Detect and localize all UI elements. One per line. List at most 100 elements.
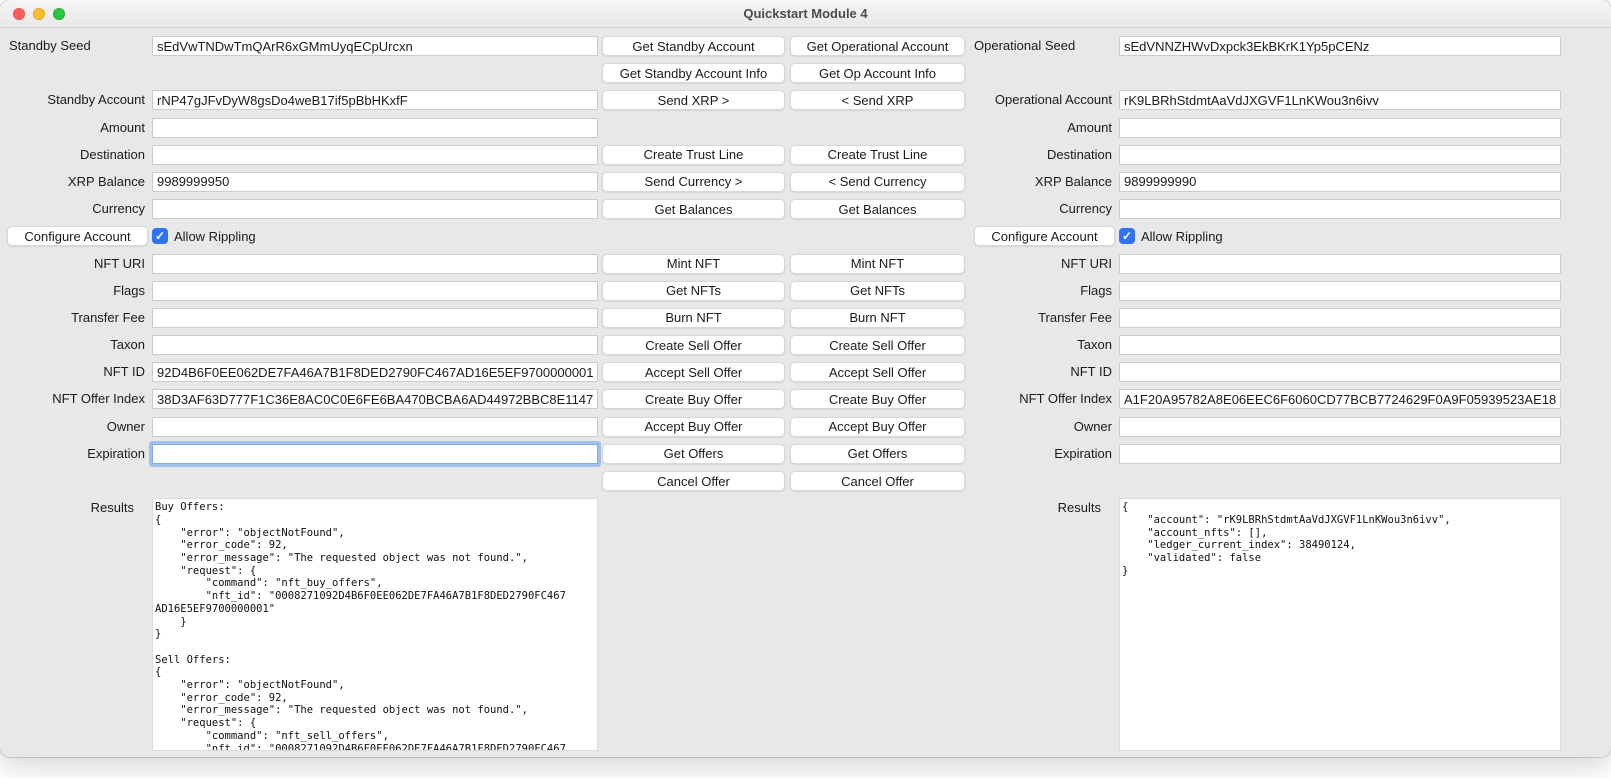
zoom-button[interactable]	[53, 8, 65, 20]
close-button[interactable]	[13, 8, 25, 20]
standby-accept-buy-offer-button[interactable]: Accept Buy Offer	[602, 417, 785, 437]
standby-nft-id-label: NFT ID	[0, 362, 148, 382]
standby-results-label: Results	[0, 498, 148, 518]
checkmark-icon: ✓	[1122, 229, 1132, 243]
standby-nft-offer-index-input[interactable]	[152, 389, 598, 409]
checkmark-icon: ✓	[155, 229, 165, 243]
operational-flags-label: Flags	[965, 281, 1115, 301]
operational-currency-label: Currency	[965, 199, 1115, 219]
standby-xrp-balance-input[interactable]	[152, 172, 598, 192]
standby-mint-nft-button[interactable]: Mint NFT	[602, 254, 785, 274]
standby-get-offers-button[interactable]: Get Offers	[602, 444, 785, 464]
operational-expiration-label: Expiration	[965, 444, 1115, 464]
operational-configure-account-button[interactable]: Configure Account	[974, 226, 1115, 246]
standby-burn-nft-button[interactable]: Burn NFT	[602, 308, 785, 328]
standby-account-input[interactable]	[152, 90, 598, 110]
standby-nft-uri-input[interactable]	[152, 254, 598, 274]
operational-owner-label: Owner	[965, 417, 1115, 437]
operational-destination-label: Destination	[965, 145, 1115, 165]
operational-expiration-input[interactable]	[1119, 444, 1561, 464]
operational-seed-input[interactable]	[1119, 36, 1561, 56]
operational-accept-buy-offer-button[interactable]: Accept Buy Offer	[790, 417, 965, 437]
minimize-button[interactable]	[33, 8, 45, 20]
operational-create-buy-offer-button[interactable]: Create Buy Offer	[790, 389, 965, 409]
operational-nft-uri-label: NFT URI	[965, 254, 1115, 274]
get-operational-account-button[interactable]: Get Operational Account	[790, 36, 965, 56]
operational-allow-rippling-label: Allow Rippling	[1141, 229, 1223, 244]
standby-expiration-label: Expiration	[0, 444, 148, 464]
standby-amount-label: Amount	[0, 118, 148, 138]
operational-owner-input[interactable]	[1119, 417, 1561, 437]
operational-xrp-balance-input[interactable]	[1119, 172, 1561, 192]
operational-taxon-input[interactable]	[1119, 335, 1561, 355]
operational-accept-sell-offer-button[interactable]: Accept Sell Offer	[790, 362, 965, 382]
standby-expiration-input[interactable]	[152, 444, 598, 464]
standby-buttons-column: Get Standby Account Get Standby Account …	[602, 36, 785, 498]
operational-nft-offer-index-input[interactable]	[1119, 389, 1561, 409]
standby-inputs-column: ✓ Allow Rippling Buy Offers: { "error": …	[152, 36, 598, 751]
operational-cancel-offer-button[interactable]: Cancel Offer	[790, 471, 965, 491]
standby-nft-id-input[interactable]	[152, 362, 598, 382]
window-title: Quickstart Module 4	[743, 6, 867, 21]
standby-amount-input[interactable]	[152, 118, 598, 138]
operational-send-currency-button[interactable]: < Send Currency	[790, 172, 965, 192]
standby-taxon-input[interactable]	[152, 335, 598, 355]
standby-nft-uri-label: NFT URI	[0, 254, 148, 274]
operational-currency-input[interactable]	[1119, 199, 1561, 219]
standby-configure-account-button[interactable]: Configure Account	[7, 226, 148, 246]
operational-amount-label: Amount	[965, 118, 1115, 138]
operational-get-nfts-button[interactable]: Get NFTs	[790, 281, 965, 301]
operational-burn-nft-button[interactable]: Burn NFT	[790, 308, 965, 328]
standby-results-textarea[interactable]: Buy Offers: { "error": "objectNotFound",…	[152, 498, 598, 751]
operational-results-label: Results	[965, 498, 1115, 518]
operational-results-textarea[interactable]: { "account": "rK9LBRhStdmtAaVdJXGVF1LnKW…	[1119, 498, 1561, 751]
standby-send-xrp-button[interactable]: Send XRP >	[602, 90, 785, 110]
standby-cancel-offer-button[interactable]: Cancel Offer	[602, 471, 785, 491]
standby-create-trust-line-button[interactable]: Create Trust Line	[602, 145, 785, 165]
standby-seed-label: Standby Seed	[0, 36, 148, 56]
standby-flags-label: Flags	[0, 281, 148, 301]
operational-send-xrp-button[interactable]: < Send XRP	[790, 90, 965, 110]
standby-get-nfts-button[interactable]: Get NFTs	[602, 281, 785, 301]
standby-currency-input[interactable]	[152, 199, 598, 219]
operational-flags-input[interactable]	[1119, 281, 1561, 301]
operational-transfer-fee-input[interactable]	[1119, 308, 1561, 328]
standby-taxon-label: Taxon	[0, 335, 148, 355]
operational-inputs-column: ✓ Allow Rippling { "account": "rK9LBRhSt…	[1119, 36, 1561, 751]
app-window: Quickstart Module 4 Standby Seed Standby…	[0, 0, 1611, 757]
standby-owner-input[interactable]	[152, 417, 598, 437]
standby-account-label: Standby Account	[0, 90, 148, 110]
standby-accept-sell-offer-button[interactable]: Accept Sell Offer	[602, 362, 785, 382]
standby-create-buy-offer-button[interactable]: Create Buy Offer	[602, 389, 785, 409]
get-standby-account-button[interactable]: Get Standby Account	[602, 36, 785, 56]
title-bar: Quickstart Module 4	[0, 0, 1611, 28]
operational-nft-uri-input[interactable]	[1119, 254, 1561, 274]
operational-nft-id-label: NFT ID	[965, 362, 1115, 382]
standby-transfer-fee-input[interactable]	[152, 308, 598, 328]
standby-get-balances-button[interactable]: Get Balances	[602, 199, 785, 219]
standby-send-currency-button[interactable]: Send Currency >	[602, 172, 785, 192]
get-standby-account-info-button[interactable]: Get Standby Account Info	[602, 63, 785, 83]
standby-destination-input[interactable]	[152, 145, 598, 165]
operational-get-balances-button[interactable]: Get Balances	[790, 199, 965, 219]
standby-create-sell-offer-button[interactable]: Create Sell Offer	[602, 335, 785, 355]
operational-amount-input[interactable]	[1119, 118, 1561, 138]
operational-account-input[interactable]	[1119, 90, 1561, 110]
operational-seed-label: Operational Seed	[965, 36, 1115, 56]
operational-account-label: Operational Account	[965, 90, 1115, 110]
operational-get-offers-button[interactable]: Get Offers	[790, 444, 965, 464]
operational-allow-rippling-checkbox[interactable]: ✓	[1119, 228, 1135, 244]
standby-flags-input[interactable]	[152, 281, 598, 301]
get-op-account-info-button[interactable]: Get Op Account Info	[790, 63, 965, 83]
operational-mint-nft-button[interactable]: Mint NFT	[790, 254, 965, 274]
traffic-lights	[13, 8, 65, 20]
standby-seed-input[interactable]	[152, 36, 598, 56]
standby-nft-offer-index-label: NFT Offer Index	[0, 389, 148, 409]
operational-destination-input[interactable]	[1119, 145, 1561, 165]
operational-nft-id-input[interactable]	[1119, 362, 1561, 382]
operational-allow-rippling-row: ✓ Allow Rippling	[1119, 226, 1561, 246]
operational-create-trust-line-button[interactable]: Create Trust Line	[790, 145, 965, 165]
operational-create-sell-offer-button[interactable]: Create Sell Offer	[790, 335, 965, 355]
standby-allow-rippling-checkbox[interactable]: ✓	[152, 228, 168, 244]
standby-owner-label: Owner	[0, 417, 148, 437]
